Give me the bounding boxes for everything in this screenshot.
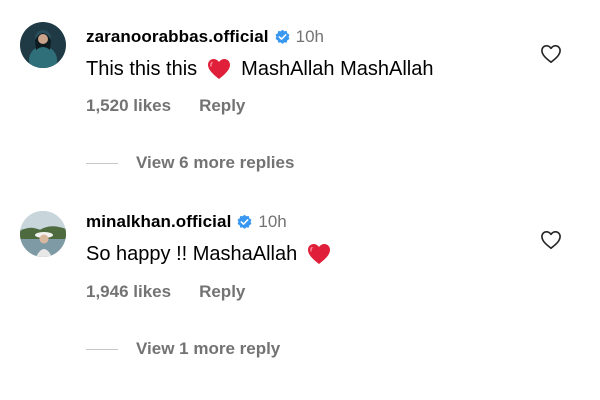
verified-badge-icon — [236, 214, 253, 231]
heart-outline-icon — [540, 45, 562, 68]
divider-line — [86, 348, 118, 350]
avatar-zaranoorabbas[interactable] — [20, 22, 66, 68]
heart-outline-icon — [540, 231, 562, 254]
username[interactable]: minalkhan.official — [86, 212, 231, 232]
likes-count[interactable]: 1,520 likes — [86, 96, 171, 116]
view-more-replies[interactable]: View 6 more replies — [86, 151, 294, 175]
red-heart-emoji — [207, 58, 231, 80]
username[interactable]: zaranoorabbas.official — [86, 27, 269, 47]
username-row: minalkhan.official 10h — [86, 211, 287, 233]
like-button[interactable] — [540, 230, 562, 250]
view-more-replies-label: View 1 more reply — [136, 339, 281, 358]
comment-meta: 1,520 likes Reply — [86, 96, 245, 116]
timestamp: 10h — [258, 212, 287, 231]
verified-badge-icon — [274, 29, 291, 46]
comment-text: So happy !! MashaAllah — [86, 241, 341, 267]
reply-button[interactable]: Reply — [199, 282, 245, 302]
comment-text: This this this MashAllah MashAllah — [86, 56, 433, 82]
comment-meta: 1,946 likes Reply — [86, 282, 245, 302]
avatar-minalkhan[interactable] — [20, 211, 66, 257]
likes-count[interactable]: 1,946 likes — [86, 282, 171, 302]
comment-text-part: So happy !! MashaAllah — [86, 242, 298, 265]
username-row: zaranoorabbas.official 10h — [86, 26, 324, 48]
timestamp: 10h — [295, 27, 325, 46]
like-button[interactable] — [540, 44, 562, 64]
divider-line — [86, 162, 118, 164]
view-more-replies[interactable]: View 1 more reply — [86, 337, 280, 361]
view-more-replies-label: View 6 more replies — [136, 153, 295, 172]
reply-button[interactable]: Reply — [199, 96, 245, 116]
red-heart-emoji — [307, 243, 331, 265]
comment-text-part: This this this — [86, 57, 198, 80]
comment-text-part: MashAllah MashAllah — [241, 57, 434, 80]
